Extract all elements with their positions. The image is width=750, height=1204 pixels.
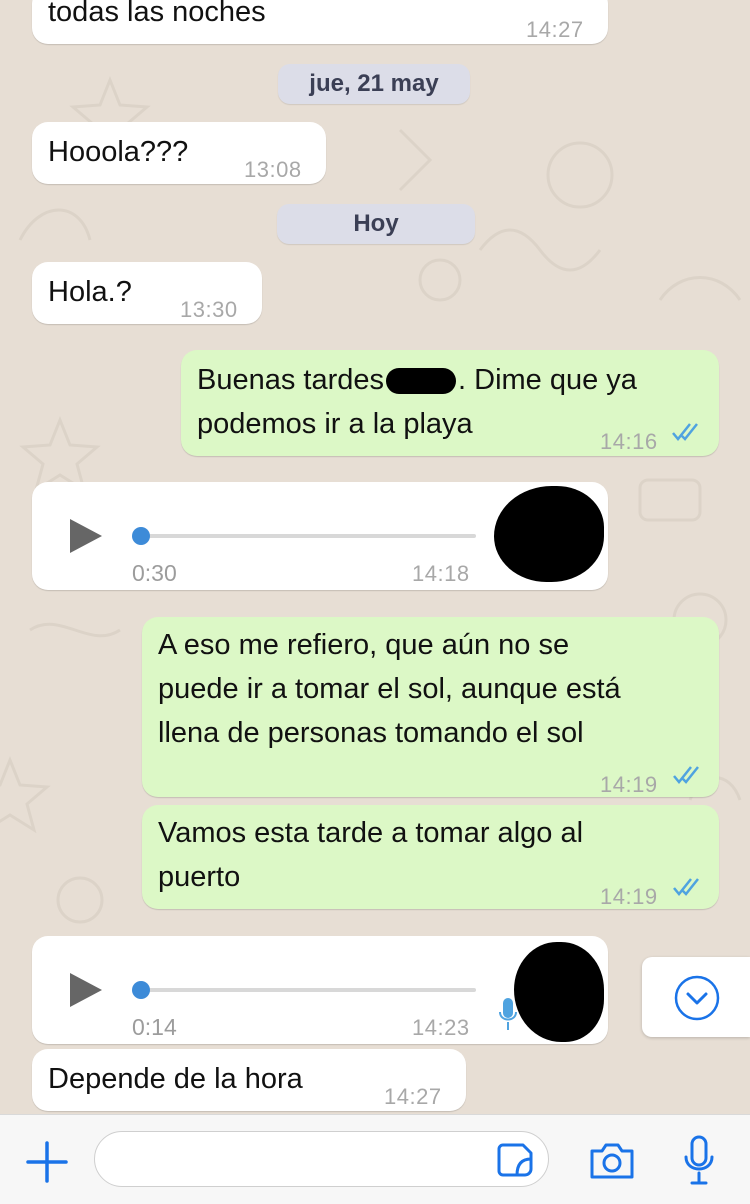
message-incoming[interactable]: Depende de la hora 14:27 — [32, 1049, 466, 1111]
read-receipt-icon — [673, 766, 699, 784]
voice-progress-track[interactable] — [140, 534, 476, 538]
play-icon[interactable] — [70, 973, 102, 1007]
date-separator: Hoy — [277, 204, 475, 244]
chat-area[interactable]: todas las noches 14:27 jue, 21 may Hoool… — [0, 0, 750, 1114]
chevron-down-circle-icon — [674, 975, 720, 1021]
message-time: 14:27 — [526, 17, 584, 42]
microphone-icon[interactable] — [682, 1135, 716, 1187]
read-receipt-icon — [672, 423, 698, 441]
scroll-to-bottom-button[interactable] — [642, 957, 750, 1037]
message-text-line: puede ir a tomar el sol, aunque está — [158, 673, 621, 705]
message-incoming[interactable]: Hooola??? 13:08 — [32, 122, 326, 184]
plus-icon[interactable] — [26, 1141, 68, 1183]
message-text-part: . Dime que ya — [458, 364, 637, 396]
play-icon[interactable] — [70, 519, 102, 553]
voice-duration: 0:14 — [132, 1014, 177, 1040]
voice-message[interactable]: 0:14 14:23 — [32, 936, 608, 1044]
redacted-name — [386, 368, 457, 395]
sticker-icon[interactable] — [497, 1141, 535, 1179]
read-receipt-icon — [673, 878, 699, 896]
message-text-line: podemos ir a la playa — [197, 408, 473, 440]
date-separator: jue, 21 may — [278, 64, 470, 104]
message-time: 13:30 — [180, 297, 238, 322]
message-text: Depende de la hora — [48, 1063, 303, 1095]
message-time: 14:19 — [600, 772, 658, 797]
voice-duration: 0:30 — [132, 560, 177, 586]
voice-message[interactable]: 0:30 14:18 — [32, 482, 608, 590]
message-input[interactable] — [94, 1131, 549, 1187]
message-text: todas las noches — [48, 0, 266, 28]
message-text-line: Vamos esta tarde a tomar algo al — [158, 817, 584, 849]
message-text-part: Buenas tardes — [197, 364, 385, 396]
message-text: Hola.? — [48, 276, 132, 308]
message-time: 14:19 — [600, 884, 658, 909]
message-time: 14:16 — [600, 429, 658, 454]
message-incoming[interactable]: todas las noches 14:27 — [32, 0, 608, 44]
avatar — [514, 942, 604, 1042]
voice-progress-knob[interactable] — [132, 981, 150, 999]
message-incoming[interactable]: Hola.? 13:30 — [32, 262, 262, 324]
voice-progress-knob[interactable] — [132, 527, 150, 545]
message-time: 14:27 — [384, 1084, 442, 1109]
message-time: 14:23 — [412, 1015, 470, 1040]
composer-bar — [0, 1114, 750, 1204]
avatar — [494, 486, 604, 582]
message-text-line: llena de personas tomando el sol — [158, 717, 584, 749]
message-text-line: Buenas tardes . Dime que ya — [197, 358, 637, 402]
camera-icon[interactable] — [588, 1141, 636, 1181]
message-outgoing[interactable]: A eso me refiero, que aún no se puede ir… — [142, 617, 719, 797]
message-time: 14:18 — [412, 561, 470, 586]
message-text-line: puerto — [158, 861, 241, 893]
message-text-line: A eso me refiero, que aún no se — [158, 629, 570, 661]
message-text: Hooola??? — [48, 136, 189, 168]
message-outgoing[interactable]: Buenas tardes . Dime que ya podemos ir a … — [181, 350, 719, 456]
message-outgoing[interactable]: Vamos esta tarde a tomar algo al puerto … — [142, 805, 719, 909]
voice-progress-track[interactable] — [140, 988, 476, 992]
message-time: 13:08 — [244, 157, 302, 182]
